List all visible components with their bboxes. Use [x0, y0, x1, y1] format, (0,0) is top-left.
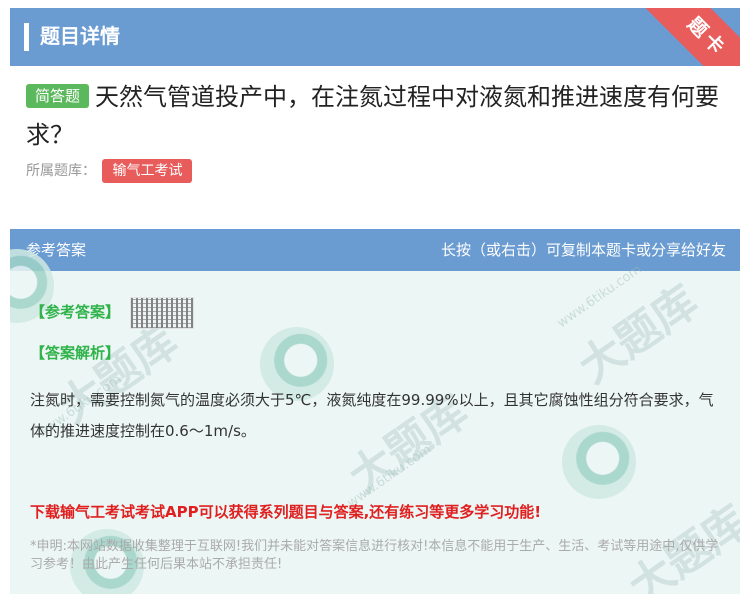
- analysis-label: 【答案解析】: [30, 344, 121, 362]
- question-text: 天然气管道投产中，在注氮过程中对液氮和推进速度有何要求？: [26, 83, 720, 149]
- copy-share-hint: 长按（或右击）可复制本题卡或分享给好友: [440, 241, 726, 259]
- analysis-text: 注氮时，需要控制氮气的温度必须大于5℃，液氮纯度在99.99%以上，且其它腐蚀性…: [30, 391, 714, 440]
- ref-answer-label: 【参考答案】: [30, 303, 121, 321]
- download-app-link[interactable]: 下载输气工考试考试APP可以获得系列题目与答案,还有练习等更多学习功能!: [30, 501, 730, 522]
- question-type-badge: 简答题: [26, 84, 90, 108]
- answer-card[interactable]: 参考答案 长按（或右击）可复制本题卡或分享给好友 大题库 大题库 大题库 大题库…: [10, 229, 740, 594]
- source-tag-link[interactable]: 输气工考试: [102, 159, 193, 183]
- page-title: 题目详情: [40, 24, 120, 48]
- source-row: 所属题库： 输气工考试: [26, 159, 193, 183]
- question-card-ribbon[interactable]: 题卡: [623, 8, 740, 66]
- watermark-brand: 大题库: [569, 275, 708, 394]
- ref-answer-image: [130, 297, 194, 329]
- page-header: 题目详情 题卡: [10, 8, 740, 66]
- disclaimer-text: *申明:本网站数据收集整理于互联网!我们并未能对答案信息进行核对!本信息不能用于…: [30, 539, 719, 572]
- source-label: 所属题库：: [26, 163, 96, 179]
- header-accent-bar: [24, 23, 29, 51]
- question-block: 简答题 天然气管道投产中，在注氮过程中对液氮和推进速度有何要求？: [26, 78, 736, 154]
